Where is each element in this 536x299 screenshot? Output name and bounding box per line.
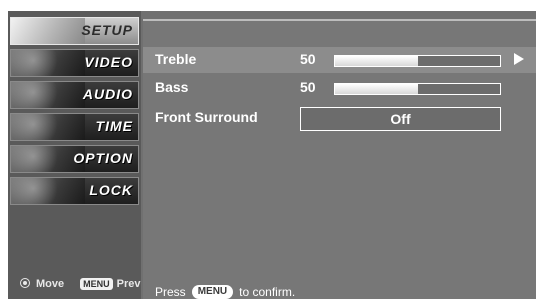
sidebar-item-label: TIME	[95, 118, 133, 134]
tv-osd-screen: SETUP VIDEO AUDIO TIME OPTION LOCK Move …	[8, 11, 536, 299]
sidebar-item-option[interactable]: OPTION	[10, 145, 139, 173]
setup-thumbnail-icon	[11, 18, 85, 44]
footer-prefix: Press	[155, 285, 186, 299]
bass-label: Bass	[155, 79, 189, 95]
front-surround-select[interactable]: Off	[300, 107, 501, 131]
treble-label: Treble	[155, 51, 197, 67]
bass-slider[interactable]	[334, 83, 501, 95]
bass-row[interactable]: Bass 50	[143, 75, 536, 101]
sidebar-item-video[interactable]: VIDEO	[10, 49, 139, 77]
sidebar-item-label: VIDEO	[84, 54, 133, 70]
time-thumbnail-icon	[11, 114, 85, 140]
treble-slider-fill	[335, 56, 418, 66]
menu-badge: MENU	[80, 278, 113, 290]
front-surround-label: Front Surround	[155, 109, 258, 125]
navigation-hint: Move MENU Prev	[18, 278, 140, 290]
panel-top-divider	[143, 19, 536, 21]
dpad-icon	[18, 278, 32, 290]
front-surround-row[interactable]: Front Surround Off	[143, 105, 536, 131]
sidebar-item-time[interactable]: TIME	[10, 113, 139, 141]
audio-settings-panel: Treble 50 Bass 50 Front Surround Off Pre	[143, 19, 536, 299]
bass-slider-fill	[335, 84, 418, 94]
treble-value: 50	[300, 51, 316, 67]
move-label: Move	[36, 278, 65, 290]
footer-suffix: to confirm.	[239, 285, 296, 299]
sidebar-item-label: SETUP	[81, 22, 133, 38]
menu-button-icon: MENU	[191, 285, 234, 299]
treble-row[interactable]: Treble 50	[143, 47, 536, 73]
video-thumbnail-icon	[11, 50, 85, 76]
sidebar-item-label: OPTION	[73, 150, 133, 166]
lock-thumbnail-icon	[11, 178, 85, 204]
audio-thumbnail-icon	[11, 82, 85, 108]
sidebar-item-label: LOCK	[89, 182, 133, 198]
osd-layout: SETUP VIDEO AUDIO TIME OPTION LOCK Move …	[8, 11, 536, 299]
sidebar-item-audio[interactable]: AUDIO	[10, 81, 139, 109]
bass-value: 50	[300, 79, 316, 95]
sidebar-item-label: AUDIO	[82, 86, 133, 102]
footer-hint: Press MENU to confirm.	[155, 285, 295, 299]
treble-slider[interactable]	[334, 55, 501, 67]
sidebar-item-setup[interactable]: SETUP	[10, 17, 139, 45]
sidebar-menu: SETUP VIDEO AUDIO TIME OPTION LOCK Move …	[8, 11, 141, 299]
sidebar-item-lock[interactable]: LOCK	[10, 177, 139, 205]
prev-label: Prev	[116, 278, 141, 290]
right-arrow-icon	[514, 53, 524, 65]
